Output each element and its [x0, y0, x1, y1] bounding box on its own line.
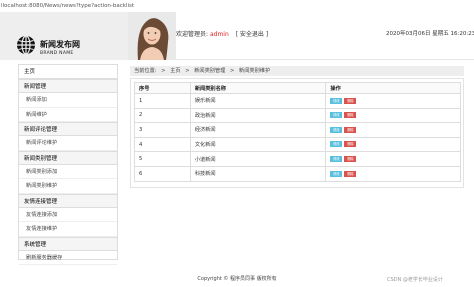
delete-button[interactable]: 删除 [344, 112, 357, 119]
table-row: 6 科技新闻 修改 删除 [134, 165, 461, 182]
row-id: 2 [134, 107, 191, 124]
brand-title: 新闻发布网 [40, 40, 80, 49]
header: 新闻发布网 BRAND NAME 欢迎管理员: admin [ 安全退出 ] 2… [0, 12, 474, 60]
column-header-id: 序号 [134, 82, 191, 94]
brand-panel: 新闻发布网 BRAND NAME [0, 12, 176, 60]
delete-button[interactable]: 删除 [344, 126, 357, 133]
row-actions: 修改 删除 [325, 165, 461, 182]
edit-button[interactable]: 修改 [330, 97, 343, 104]
row-category-name: 政治新闻 [189, 107, 327, 124]
breadcrumb-separator: > [161, 68, 166, 74]
breadcrumb: 当前位置: > 主页 > 新闻类别管理 > 新闻类别维护 [130, 66, 464, 76]
delete-button[interactable]: 删除 [344, 155, 357, 162]
edit-button[interactable]: 修改 [330, 170, 343, 177]
row-id: 3 [134, 122, 191, 138]
breadcrumb-current: 新闻类别维护 [239, 68, 271, 74]
table-header-row: 序号 新闻类别名称 操作 [134, 82, 461, 94]
row-category-name: 科技新闻 [189, 165, 327, 182]
page: llocalhost:8080/News/news?type?action-ba… [0, 0, 474, 287]
globe-icon [17, 35, 35, 55]
csdn-watermark: CSDN @老学长毕业设计 [387, 277, 443, 283]
breadcrumb-home[interactable]: 主页 [170, 68, 180, 74]
breadcrumb-separator: > [185, 68, 190, 74]
current-datetime: 2020年03月06日 星期五 16:20:23 [386, 31, 474, 37]
table-row: 1 娱乐新闻 修改 删除 [134, 93, 461, 109]
category-table: 序号 新闻类别名称 操作 1 娱乐新闻 修改 删除 2 政治新闻 修改 删除 3… [134, 82, 461, 182]
table-row: 2 政治新闻 修改 删除 [134, 107, 461, 124]
delete-button[interactable]: 删除 [344, 141, 357, 148]
row-actions: 修改 删除 [325, 151, 461, 167]
welcome-prefix: 欢迎管理员: [176, 31, 209, 38]
sidebar-group-system[interactable]: 系统管理 [19, 236, 117, 251]
row-category-name: 经济新闻 [189, 122, 327, 138]
row-category-name: 文化新闻 [189, 136, 327, 153]
url-text: llocalhost:8080/News/news?type?action-ba… [1, 3, 135, 9]
edit-button[interactable]: 修改 [330, 126, 343, 133]
sidebar: 主页 新闻管理 新闻添加 新闻维护 新闻评论管理 新闻评论维护 新闻类别管理 新… [18, 64, 118, 265]
url-bar[interactable]: llocalhost:8080/News/news?type?action-ba… [0, 0, 474, 12]
category-table-panel: 序号 新闻类别名称 操作 1 娱乐新闻 修改 删除 2 政治新闻 修改 删除 3… [130, 78, 464, 188]
sidebar-item-comments-maintain[interactable]: 新闻评论维护 [19, 136, 117, 151]
username: admin [209, 31, 229, 38]
sidebar-group-comments[interactable]: 新闻评论管理 [19, 122, 117, 136]
column-header-actions: 操作 [325, 82, 461, 94]
row-id: 5 [134, 151, 191, 167]
brand-subtitle: BRAND NAME [40, 51, 74, 56]
row-actions: 修改 删除 [325, 107, 461, 124]
edit-button[interactable]: 修改 [330, 112, 343, 119]
row-category-name: 娱乐新闻 [189, 93, 327, 109]
sidebar-group-links[interactable]: 友情连接管理 [19, 193, 117, 208]
sidebar-item-category-maintain[interactable]: 新闻类别维护 [19, 179, 117, 194]
row-category-name: 小道新闻 [189, 151, 327, 167]
sidebar-item-news-add[interactable]: 新闻添加 [19, 93, 117, 108]
welcome-message: 欢迎管理员: admin [ 安全退出 ] [176, 29, 268, 38]
sidebar-item-refresh-cache[interactable]: 刷新服务器缓存 [19, 251, 117, 265]
sidebar-item-news-maintain[interactable]: 新闻维护 [19, 108, 117, 122]
row-id: 4 [134, 136, 191, 153]
row-actions: 修改 删除 [325, 93, 461, 109]
breadcrumb-category-management[interactable]: 新闻类别管理 [194, 68, 225, 74]
sidebar-group-categories[interactable]: 新闻类别管理 [19, 150, 117, 165]
sidebar-item-home[interactable]: 主页 [19, 65, 117, 79]
table-row: 3 经济新闻 修改 删除 [134, 122, 461, 138]
table-row: 5 小道新闻 修改 删除 [134, 151, 461, 167]
breadcrumb-separator: > [230, 68, 235, 74]
row-id: 6 [134, 165, 191, 182]
edit-button[interactable]: 修改 [330, 155, 343, 162]
table-row: 4 文化新闻 修改 删除 [134, 136, 461, 153]
delete-button[interactable]: 删除 [344, 170, 357, 177]
logout-link[interactable]: [ 安全退出 ] [236, 31, 269, 38]
sidebar-item-category-add[interactable]: 新闻类别添加 [19, 165, 117, 179]
sidebar-item-link-add[interactable]: 友情连接添加 [19, 208, 117, 222]
sidebar-group-news[interactable]: 新闻管理 [19, 79, 117, 93]
row-actions: 修改 删除 [325, 122, 461, 138]
column-header-name: 新闻类别名称 [189, 82, 327, 94]
delete-button[interactable]: 删除 [344, 97, 357, 104]
breadcrumb-prefix: 当前位置: [134, 68, 157, 74]
row-id: 1 [134, 93, 191, 109]
sidebar-item-link-maintain[interactable]: 友情连接维护 [19, 222, 117, 237]
row-actions: 修改 删除 [325, 136, 461, 153]
edit-button[interactable]: 修改 [330, 141, 343, 148]
avatar-photo [128, 12, 176, 60]
